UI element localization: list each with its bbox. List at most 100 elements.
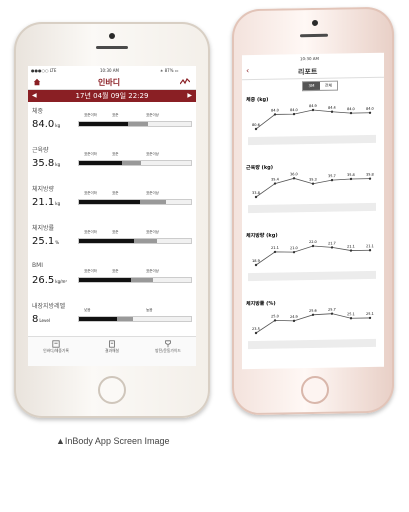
tab-label: 방전/운동가이드	[155, 348, 181, 353]
point-value-label: 21.1	[347, 244, 355, 248]
trend-point[interactable]	[311, 182, 315, 185]
period-toggle: 3M 전체	[302, 80, 338, 92]
point-value-label: 84.0	[290, 108, 298, 112]
prev-date-arrow[interactable]: ◀	[32, 90, 37, 102]
trend-point[interactable]	[273, 113, 277, 116]
point-value-label: 35.3	[309, 178, 317, 182]
point-value-label: 80.6	[252, 123, 260, 127]
scale-high: 표준이상	[146, 230, 159, 234]
date-strip	[248, 134, 376, 146]
row-value-number: 35.8	[32, 158, 55, 169]
level-bar	[78, 160, 192, 166]
result-row[interactable]: BMI 26.5kg/m² 표준이하 표준 표준이상	[28, 259, 196, 299]
trend-point[interactable]	[349, 111, 353, 115]
back-icon[interactable]: ‹	[246, 66, 249, 75]
scale-mid: 표준	[112, 191, 119, 195]
point-value-label: 84.0	[366, 107, 374, 111]
scale-low: 표준이하	[84, 152, 97, 156]
trend-point[interactable]	[349, 317, 353, 320]
trend-point[interactable]	[254, 331, 258, 335]
trend-point[interactable]	[254, 195, 258, 199]
result-row[interactable]: 체중 84.0kg 표준이하 표준 표준이상	[28, 103, 196, 143]
trend-icon[interactable]	[180, 78, 190, 86]
trend-point[interactable]	[292, 319, 296, 323]
trend-point[interactable]	[368, 249, 372, 252]
scale-high: 높음	[146, 308, 153, 312]
point-value-label: 25.1	[347, 312, 355, 316]
trend-point[interactable]	[311, 108, 315, 112]
trend-point[interactable]	[349, 249, 353, 252]
trophy-icon	[165, 340, 171, 348]
date-strip	[248, 202, 376, 214]
next-date-arrow[interactable]: ▶	[187, 90, 192, 102]
point-value-label: 25.0	[271, 314, 279, 318]
level-fill	[79, 239, 134, 243]
level-bar	[78, 121, 192, 127]
trend-point[interactable]	[330, 312, 334, 315]
row-unit: kg	[55, 201, 61, 206]
trend-point[interactable]	[368, 316, 372, 320]
toggle-3m[interactable]: 3M	[303, 81, 320, 91]
scale-low: 표준이하	[84, 230, 97, 234]
level-fill	[79, 278, 131, 282]
trend-point[interactable]	[368, 111, 372, 114]
result-row[interactable]: 내장지방레벨 8Level 낮음 높음	[28, 298, 196, 338]
level-fill	[79, 161, 123, 165]
trend-point[interactable]	[273, 250, 277, 254]
point-value-label: 33.8	[252, 191, 260, 195]
trend-point[interactable]	[349, 177, 353, 181]
level-fill-grey	[130, 278, 153, 282]
home-icon[interactable]	[33, 78, 41, 86]
scale-high: 표준이상	[146, 269, 159, 273]
point-value-label: 25.1	[366, 312, 374, 316]
trend-point[interactable]	[292, 177, 296, 180]
point-value-label: 25.6	[309, 309, 317, 313]
tab-inbody-record[interactable]: 인바디/체중기록	[28, 340, 84, 354]
row-value: 35.8kg	[32, 158, 60, 169]
trend-point[interactable]	[330, 110, 334, 113]
trend-point[interactable]	[330, 246, 334, 249]
level-fill	[79, 200, 141, 204]
trend-point[interactable]	[311, 313, 315, 317]
result-row[interactable]: 체지방량 21.1kg 표준이하 표준 표준이상	[28, 181, 196, 221]
home-button[interactable]	[98, 376, 126, 404]
left-screen: ●●●○○ LTE 10:30 AM ∗ 87% ▭ 인바디 ◀ 17년 04월…	[28, 66, 196, 366]
point-value-label: 21.7	[328, 241, 336, 245]
home-button[interactable]	[301, 375, 329, 405]
left-phone: ●●●○○ LTE 10:30 AM ∗ 87% ▭ 인바디 ◀ 17년 04월…	[14, 22, 210, 418]
trend-point[interactable]	[273, 319, 277, 322]
row-unit: kg	[55, 123, 61, 128]
scale-mid: 표준	[112, 269, 119, 273]
bottom-tabbar: 인바디/체중기록 결과해설 방전/운동가이드	[28, 336, 196, 366]
row-value: 25.1%	[32, 236, 59, 247]
row-value: 84.0kg	[32, 119, 60, 130]
result-row[interactable]: 근육량 35.8kg 표준이하 표준 표준이상	[28, 142, 196, 182]
point-value-label: 25.7	[328, 308, 336, 312]
trend-point[interactable]	[273, 182, 277, 185]
scale-mid: 표준	[112, 230, 119, 234]
result-row[interactable]: 체지방률 25.1% 표준이하 표준 표준이상	[28, 220, 196, 260]
toggle-all[interactable]: 전체	[320, 82, 337, 90]
trend-point[interactable]	[254, 263, 258, 267]
earpiece-speaker	[300, 33, 328, 38]
tab-result-guide[interactable]: 결과해설	[84, 340, 140, 354]
trend-point[interactable]	[368, 177, 372, 180]
trend-point[interactable]	[311, 244, 315, 248]
row-label: 체지방량	[32, 186, 55, 193]
trend-point[interactable]	[292, 250, 296, 254]
trend-point[interactable]	[330, 178, 334, 182]
row-unit: kg/m²	[55, 279, 67, 284]
trend-point[interactable]	[292, 112, 296, 116]
point-value-label: 21.1	[366, 244, 374, 248]
level-fill	[79, 122, 128, 126]
row-label: 체지방률	[32, 225, 55, 232]
tab-exercise-guide[interactable]: 방전/운동가이드	[140, 340, 196, 354]
date-bar: ◀ 17년 04월 09일 22:29 ▶	[28, 90, 196, 102]
trend-point[interactable]	[254, 127, 258, 131]
row-label: 체중	[32, 108, 44, 115]
point-value-label: 84.0	[271, 108, 279, 112]
tab-label: 인바디/체중기록	[43, 348, 69, 353]
status-battery: ∗ 87% ▭	[160, 68, 179, 73]
chart-section-label: 근육량 (kg)	[246, 164, 273, 171]
scale-low: 표준이하	[84, 113, 97, 117]
